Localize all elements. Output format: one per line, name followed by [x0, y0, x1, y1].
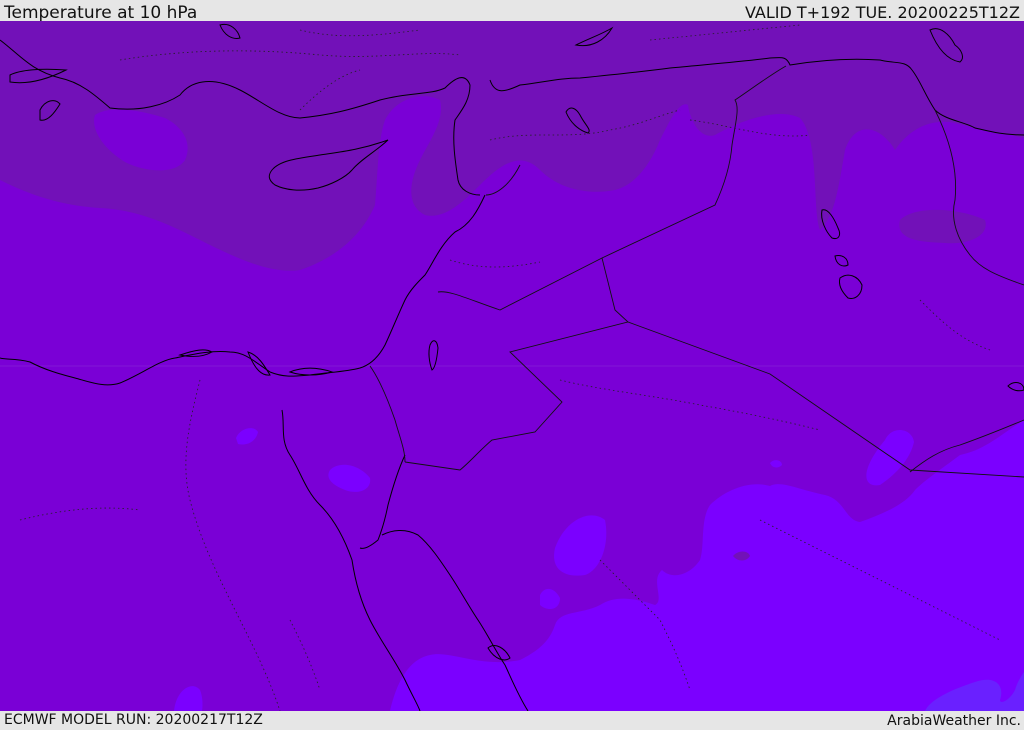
map-title: Temperature at 10 hPa: [4, 3, 198, 23]
credit-label: ArabiaWeather Inc.: [887, 713, 1021, 729]
valid-time: VALID T+192 TUE. 20200225T12Z: [744, 3, 1020, 22]
weather-map: [0, 21, 1024, 711]
model-run-label: ECMWF MODEL RUN: 20200217T12Z: [4, 712, 263, 728]
header-bar: Temperature at 10 hPa VALID T+192 TUE. 2…: [0, 0, 1024, 23]
footer-bar: ECMWF MODEL RUN: 20200217T12Z ArabiaWeat…: [0, 711, 1024, 729]
